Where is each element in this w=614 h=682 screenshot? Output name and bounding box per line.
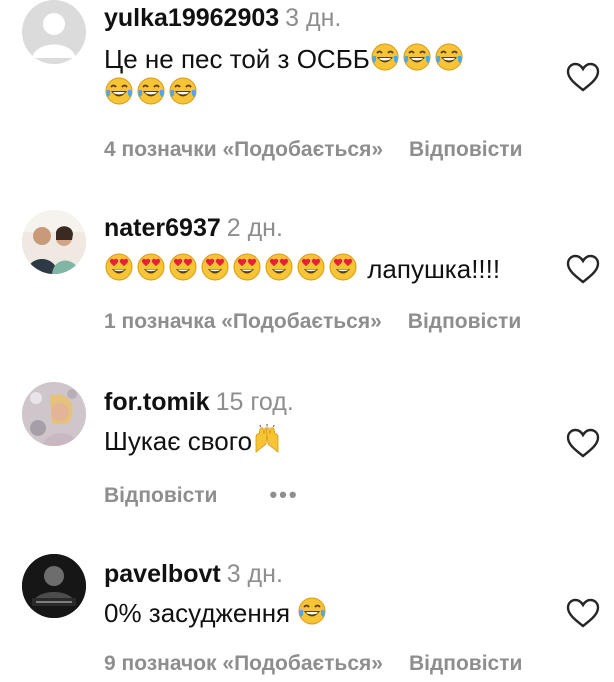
heart-eyes-emoji-icon bbox=[296, 252, 326, 282]
heart-eyes-emoji-icon bbox=[200, 252, 230, 282]
comment-text-body: Шукає свого bbox=[104, 426, 253, 456]
comment-text: Це не пес той з ОСББ bbox=[104, 42, 544, 110]
comment-username[interactable]: for.tomik 15 год. bbox=[104, 388, 294, 417]
comment-text: Шукає свого bbox=[104, 424, 544, 458]
reply-button[interactable]: Відповісти bbox=[409, 138, 522, 161]
comment-username[interactable]: yulka19962903 3 дн. bbox=[104, 4, 341, 33]
reply-button[interactable]: Відповісти bbox=[104, 484, 217, 507]
laughing-crying-emoji-icon bbox=[104, 76, 134, 106]
comment-time: 15 год. bbox=[215, 388, 294, 416]
heart-eyes-emoji-icon bbox=[232, 252, 262, 282]
heart-eyes-emoji-icon bbox=[264, 252, 294, 282]
avatar-for-tomik[interactable] bbox=[22, 382, 86, 446]
default-avatar-icon bbox=[32, 13, 76, 58]
heart-eyes-emoji-icon bbox=[136, 252, 166, 282]
laughing-crying-emoji-icon bbox=[434, 42, 464, 72]
comment-time: 2 дн. bbox=[226, 214, 283, 242]
like-heart-icon[interactable] bbox=[566, 254, 600, 284]
like-heart-icon[interactable] bbox=[566, 598, 600, 628]
like-heart-icon[interactable] bbox=[566, 428, 600, 458]
avatar-default[interactable] bbox=[22, 0, 86, 64]
laughing-crying-emoji-icon bbox=[168, 76, 198, 106]
comment-text: лапушка!!!! bbox=[104, 252, 564, 286]
profile-photo-icon bbox=[22, 382, 86, 446]
comment-text-body: 0% засудження bbox=[104, 598, 291, 628]
comment-time: 3 дн. bbox=[285, 4, 342, 32]
heart-eyes-emoji-icon bbox=[168, 252, 198, 282]
laughing-crying-emoji-icon bbox=[297, 596, 327, 626]
comment-actions: 1 позначка «Подобається» Відповісти bbox=[104, 310, 521, 334]
profile-photo-icon bbox=[22, 554, 86, 618]
raising-hands-emoji-icon bbox=[252, 424, 282, 454]
laughing-crying-emoji-icon bbox=[370, 42, 400, 72]
heart-eyes-emoji-icon bbox=[104, 252, 134, 282]
profile-photo-icon bbox=[22, 210, 86, 274]
laughing-crying-emoji-icon bbox=[136, 76, 166, 106]
likes-count-link[interactable]: 1 позначка «Подобається» bbox=[104, 310, 382, 333]
comment-actions: Відповісти ••• bbox=[104, 482, 299, 508]
comment-time: 3 дн. bbox=[226, 560, 283, 588]
likes-count-link[interactable]: 4 позначки «Подобається» bbox=[104, 138, 383, 161]
laughing-crying-emoji-icon bbox=[402, 42, 432, 72]
comment-username[interactable]: nater6937 2 дн. bbox=[104, 214, 283, 243]
reply-button[interactable]: Відповісти bbox=[408, 310, 521, 333]
comment-text-body: Це не пес той з ОСББ bbox=[104, 44, 370, 74]
comment-text-body: лапушка!!!! bbox=[367, 254, 501, 284]
comment-username[interactable]: pavelbovt 3 дн. bbox=[104, 560, 283, 589]
likes-count-link[interactable]: 9 позначок «Подобається» bbox=[104, 652, 383, 675]
reply-button[interactable]: Відповісти bbox=[409, 652, 522, 675]
comment-actions: 4 позначки «Подобається» Відповісти bbox=[104, 138, 522, 162]
like-heart-icon[interactable] bbox=[566, 62, 600, 92]
avatar-nater6937[interactable] bbox=[22, 210, 86, 274]
comment-text: 0% засудження bbox=[104, 596, 544, 630]
comment-actions: 9 позначок «Подобається» Відповісти bbox=[104, 652, 522, 676]
avatar-pavelbovt[interactable] bbox=[22, 554, 86, 618]
more-options-icon[interactable]: ••• bbox=[269, 482, 298, 507]
heart-eyes-emoji-icon bbox=[328, 252, 358, 282]
